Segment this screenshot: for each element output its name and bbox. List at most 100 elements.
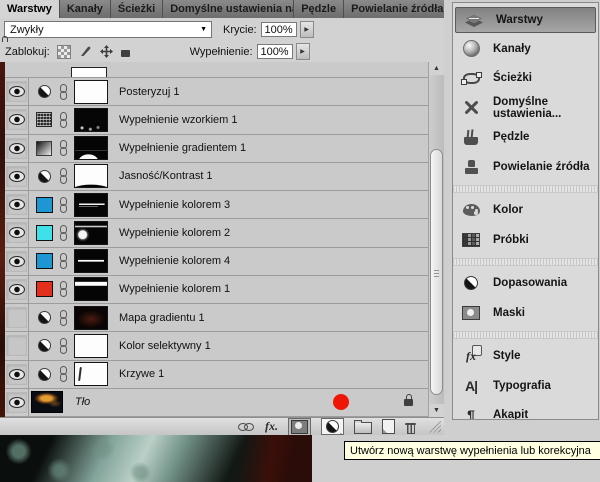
layer-visibility-toggle[interactable] (5, 135, 29, 162)
layer-row-wypełnienie-kolorem-4[interactable]: Wypełnienie kolorem 4 (5, 248, 428, 276)
layer-mask-thumbnail[interactable] (74, 108, 108, 132)
fill-input[interactable]: 100% (257, 44, 293, 59)
dock-item-warstwy[interactable]: Warstwy (455, 7, 596, 33)
color-swatch-icon[interactable] (29, 281, 59, 297)
layer-mask-thumbnail[interactable] (74, 80, 108, 104)
dock-item-powielanie-źródła[interactable]: Powielanie źródła (453, 152, 598, 182)
layer-name[interactable]: Mapa gradientu 1 (119, 312, 205, 324)
lock-move-icon[interactable] (100, 45, 113, 58)
dock-item-domyślne-ustawienia[interactable]: Domyślne ustawienia... (453, 93, 598, 123)
scrollbar-thumb[interactable] (430, 149, 443, 395)
layer-row-tło[interactable]: Tło (5, 389, 428, 417)
dock-item-ścieżki[interactable]: Ścieżki (453, 64, 598, 94)
fill-stepper-button[interactable]: ▶ (296, 43, 310, 60)
color-swatch-icon[interactable] (29, 197, 59, 213)
lock-all-icon[interactable] (121, 50, 130, 57)
layer-mask-thumbnail[interactable] (74, 334, 108, 358)
dock-item-kanały[interactable]: Kanały (453, 34, 598, 64)
layer-styles-button[interactable]: fx. (265, 419, 278, 434)
new-adjustment-layer-button[interactable]: . (321, 418, 344, 435)
layer-mask-thumbnail[interactable] (74, 249, 108, 273)
layer-name[interactable]: Jasność/Kontrast 1 (119, 170, 213, 182)
layer-name[interactable]: Posteryzuj 1 (119, 86, 180, 98)
layer-visibility-toggle[interactable] (5, 332, 29, 359)
adjustment-icon[interactable] (29, 368, 59, 381)
dock-item-style[interactable]: fxStyle (453, 342, 598, 372)
tab-domyślne-ustawienia-narzęd[interactable]: Domyślne ustawienia narzęd (163, 0, 294, 18)
gradient-icon[interactable] (29, 141, 59, 156)
layer-visibility-toggle[interactable] (5, 248, 29, 275)
layer-row-krzywe-1[interactable]: Krzywe 1 (5, 361, 428, 389)
layer-mask-thumbnail[interactable] (74, 221, 108, 245)
layer-row-wypełnienie-kolorem-1[interactable]: Wypełnienie kolorem 1 (5, 276, 428, 304)
layer-name[interactable]: Wypełnienie gradientem 1 (119, 142, 246, 154)
layer-visibility-toggle[interactable] (5, 163, 29, 190)
layer-mask-thumbnail[interactable] (74, 306, 108, 330)
dock-item-akapit[interactable]: ¶Akapit (453, 401, 598, 421)
link-layers-button[interactable] (238, 422, 255, 431)
layer-row-wypełnienie-gradientem-1[interactable]: Wypełnienie gradientem 1 (5, 135, 428, 163)
lock-paint-brush-icon[interactable] (79, 45, 92, 58)
layer-row-mapa-gradientu-1[interactable]: Mapa gradientu 1 (5, 304, 428, 332)
panel-resize-grip[interactable] (429, 421, 441, 433)
adjustment-icon[interactable] (29, 170, 59, 183)
tab-ścieżki[interactable]: Ścieżki (111, 0, 163, 18)
layer-row-kolor-selektywny-1[interactable]: Kolor selektywny 1 (5, 332, 428, 360)
layer-visibility-toggle[interactable] (5, 219, 29, 246)
scroll-down-button[interactable]: ▼ (429, 404, 444, 417)
layer-row-wypełnienie-kolorem-3[interactable]: Wypełnienie kolorem 3 (5, 191, 428, 219)
tab-pędzle[interactable]: Pędzle (294, 0, 344, 18)
layer-visibility-toggle[interactable] (5, 304, 29, 331)
layer-row-jasność-kontrast-1[interactable]: Jasność/Kontrast 1 (5, 163, 428, 191)
layer-thumbnail[interactable] (31, 391, 63, 413)
layer-mask-thumbnail[interactable] (74, 362, 108, 386)
dock-item-dopasowania[interactable]: Dopasowania (453, 269, 598, 299)
new-layer-button[interactable] (382, 419, 395, 434)
layer-row-wypełnienie-wzorkiem-1[interactable]: Wypełnienie wzorkiem 1 (5, 106, 428, 134)
dock-item-pędzle[interactable]: Pędzle (453, 123, 598, 153)
layer-visibility-toggle[interactable] (5, 106, 29, 133)
layer-mask-thumbnail[interactable] (74, 277, 108, 301)
adjustment-icon[interactable] (29, 85, 59, 98)
layer-name[interactable]: Krzywe 1 (119, 368, 164, 380)
layer-mask-thumbnail[interactable] (74, 164, 108, 188)
color-swatch-icon[interactable] (29, 225, 59, 241)
add-layer-mask-button[interactable] (288, 418, 311, 436)
layer-row-partial[interactable] (5, 62, 428, 78)
layer-row-wypełnienie-kolorem-2[interactable]: Wypełnienie kolorem 2 (5, 219, 428, 247)
layer-name[interactable]: Tło (75, 396, 90, 408)
layer-name[interactable]: Wypełnienie kolorem 3 (119, 199, 230, 211)
blend-mode-select[interactable]: Zwykły ▼ (4, 21, 212, 38)
layer-name[interactable]: Wypełnienie wzorkiem 1 (119, 114, 238, 126)
layer-visibility-toggle[interactable] (5, 191, 29, 218)
layer-name[interactable]: Wypełnienie kolorem 1 (119, 283, 230, 295)
scroll-up-button[interactable]: ▲ (429, 62, 444, 75)
delete-layer-button[interactable] (405, 420, 417, 434)
tab-warstwy[interactable]: Warstwy (0, 0, 60, 18)
adjustment-icon[interactable] (29, 311, 59, 324)
opacity-stepper-button[interactable]: ▶ (300, 21, 314, 38)
layer-row-posteryzuj-1[interactable]: Posteryzuj 1 (5, 78, 428, 106)
new-group-button[interactable] (354, 419, 372, 434)
opacity-input[interactable]: 100% (261, 22, 297, 37)
layer-mask-thumbnail[interactable] (74, 193, 108, 217)
dock-item-kolor[interactable]: Kolor (453, 196, 598, 226)
tab-powielanie-źródła[interactable]: Powielanie źródła (344, 0, 444, 18)
layer-visibility-toggle[interactable] (5, 78, 29, 105)
adjustment-icon[interactable] (29, 339, 59, 352)
tab-kanały[interactable]: Kanały (60, 0, 111, 18)
pattern-icon[interactable] (29, 112, 59, 127)
layer-name[interactable]: Wypełnienie kolorem 4 (119, 255, 230, 267)
scrollbar[interactable]: ▲ ▼ (428, 62, 444, 417)
lock-transparency-icon[interactable] (57, 45, 71, 59)
dock-item-maski[interactable]: Maski (453, 298, 598, 328)
dock-item-próbki[interactable]: Próbki (453, 225, 598, 255)
layer-name[interactable]: Kolor selektywny 1 (119, 340, 211, 352)
scrollbar-track[interactable] (429, 75, 444, 404)
layer-visibility-toggle[interactable] (5, 276, 29, 303)
dock-item-typografia[interactable]: A|Typografia (453, 371, 598, 401)
layer-name[interactable]: Wypełnienie kolorem 2 (119, 227, 230, 239)
layer-visibility-toggle[interactable] (5, 389, 29, 416)
color-swatch-icon[interactable] (29, 253, 59, 269)
layer-visibility-toggle[interactable] (5, 361, 29, 388)
